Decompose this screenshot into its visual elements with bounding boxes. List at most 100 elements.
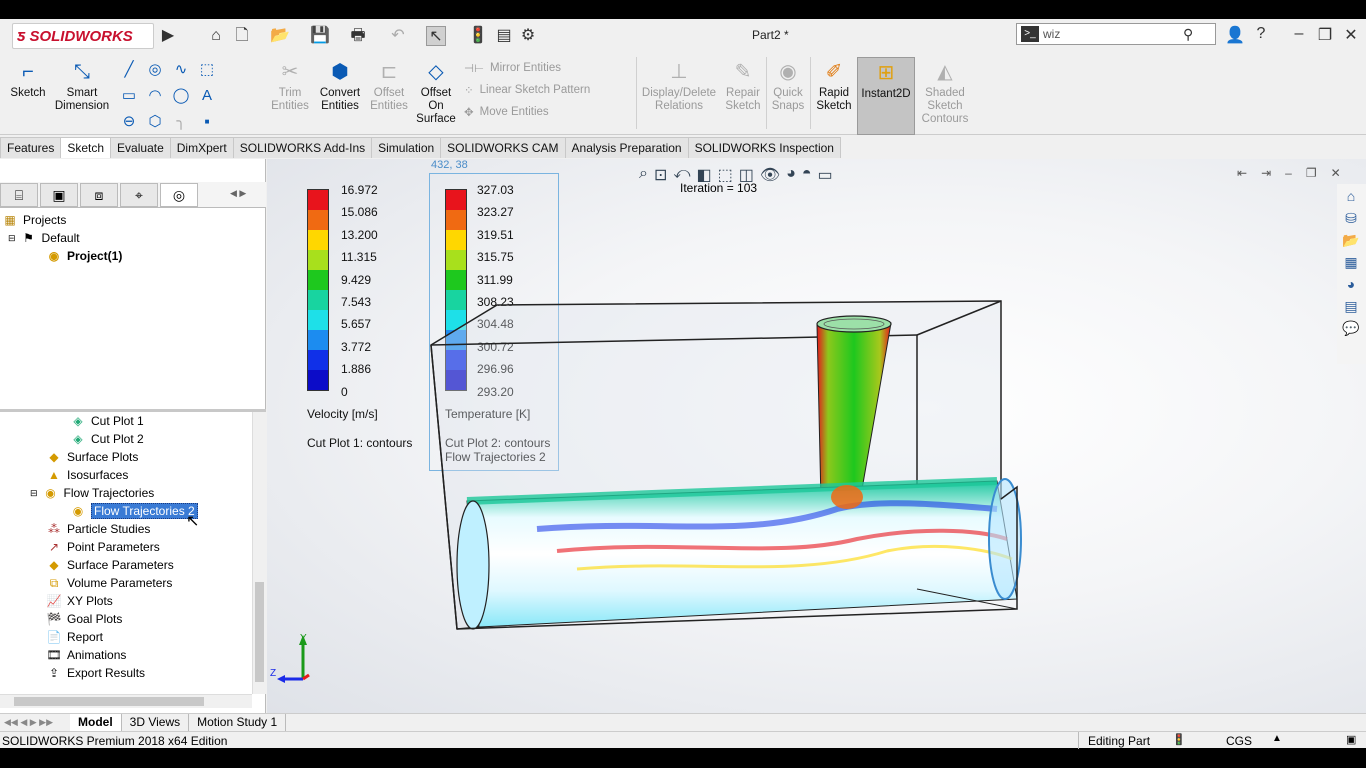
tab-evaluate[interactable]: Evaluate: [110, 137, 171, 158]
trim-entities-button[interactable]: ✂ Trim Entities: [270, 57, 310, 113]
display-delete-relations-button[interactable]: ⊥ Display/Delete Relations: [640, 57, 718, 113]
circle-icon[interactable]: ◎: [146, 61, 164, 79]
fillet-icon[interactable]: ╮: [172, 113, 190, 131]
tab-nav-arrows[interactable]: ◀◀ ◀ ▶ ▶▶: [0, 717, 70, 728]
tree-horizontal-scrollbar[interactable]: [0, 694, 252, 708]
tree-project[interactable]: ◉ Project(1): [46, 247, 123, 265]
save-icon[interactable]: 💾: [310, 26, 330, 46]
tab-cam[interactable]: SOLIDWORKS CAM: [440, 137, 566, 158]
panel-scroll-arrows[interactable]: ◀ ▶: [230, 188, 246, 199]
open-icon[interactable]: 📂: [270, 26, 290, 46]
select-arrow-icon[interactable]: ↖: [426, 26, 446, 46]
search-box[interactable]: >_ ⚲: [1016, 23, 1216, 45]
home-icon[interactable]: ⌂: [206, 26, 226, 46]
tree-item-flow-trajectories-2[interactable]: ◉ Flow Trajectories 2: [70, 502, 198, 520]
repair-sketch-button[interactable]: ✎ Repair Sketch: [722, 57, 764, 113]
solidworks-logo[interactable]: ƽ SOLIDWORKS: [12, 23, 154, 49]
tree-item-animations[interactable]: 🎞 Animations: [46, 646, 126, 664]
sketch-button[interactable]: ⌐ Sketch: [6, 57, 50, 100]
graphics-area[interactable]: ⌕ ⊡ ⤺ ◧ ⬚ ◫ 👁 ◕ ◓ ▭ Iteration = 103 ⇤ ⇥ …: [267, 159, 1366, 713]
spline-icon[interactable]: ∿: [172, 61, 190, 79]
tab-analysis-preparation[interactable]: Analysis Preparation: [564, 137, 689, 158]
hide-show-icon[interactable]: 👁: [760, 165, 780, 185]
tab-inspection[interactable]: SOLIDWORKS Inspection: [687, 137, 841, 158]
tree-item-particle-studies[interactable]: ⁂ Particle Studies: [46, 520, 150, 538]
tree-item-cut-plot-1[interactable]: ◈ Cut Plot 1: [70, 412, 143, 430]
ellipse-icon[interactable]: ◯: [172, 87, 190, 105]
tree-item-export-results[interactable]: ⇪ Export Results: [46, 664, 145, 682]
rebuild-status-icon[interactable]: 🚦: [1172, 733, 1186, 746]
tree-item-flow-trajectories[interactable]: ⊟ ◉ Flow Trajectories: [30, 484, 154, 502]
tree-item-surface-plots[interactable]: ◆ Surface Plots: [46, 448, 138, 466]
tab-simulation[interactable]: Simulation: [371, 137, 442, 158]
configmanager-tab-icon[interactable]: ⧈: [80, 183, 118, 207]
design-library-icon[interactable]: ⛁: [1340, 208, 1362, 228]
tee-pipe-model[interactable]: [417, 289, 1057, 669]
linear-sketch-pattern-button[interactable]: ⁘ Linear Sketch Pattern: [464, 83, 590, 97]
viewport-minimize-icon[interactable]: –: [1285, 166, 1292, 180]
appearance-icon[interactable]: ◕: [786, 165, 796, 185]
tab-motion-study[interactable]: Motion Study 1: [189, 714, 287, 731]
move-entities-button[interactable]: ✥ Move Entities: [464, 105, 590, 119]
tree-default[interactable]: ⊟ ⚑ Default: [8, 229, 80, 247]
shaded-sketch-contours-button[interactable]: ◭ Shaded Sketch Contours: [918, 57, 972, 126]
file-properties-icon[interactable]: ▤: [494, 26, 514, 46]
units-up-icon[interactable]: ▲: [1272, 733, 1282, 744]
tree-item-isosurfaces[interactable]: ▲ Isosurfaces: [46, 466, 128, 484]
tab-addins[interactable]: SOLIDWORKS Add-Ins: [232, 137, 373, 158]
tab-model[interactable]: Model: [70, 714, 122, 731]
undo-icon[interactable]: ↶: [388, 26, 408, 46]
tree-item-goal-plots[interactable]: 🏁 Goal Plots: [46, 610, 123, 628]
viewport-close-icon[interactable]: ✕: [1331, 166, 1341, 180]
custom-properties-icon[interactable]: ▤: [1340, 296, 1362, 316]
construction-icon[interactable]: ⬚: [198, 61, 216, 79]
viewport-restore-icon[interactable]: ❐: [1306, 166, 1317, 180]
tree-item-volume-parameters[interactable]: ⧉ Volume Parameters: [46, 574, 173, 592]
view-palette-icon[interactable]: ▦: [1340, 252, 1362, 272]
units-text[interactable]: CGS: [1226, 734, 1252, 748]
tab-dimxpert[interactable]: DimXpert: [169, 137, 234, 158]
resize-grip-icon[interactable]: ▣: [1346, 733, 1356, 746]
expand-menu-icon[interactable]: ▶: [158, 26, 178, 46]
rectangle-icon[interactable]: ▭: [120, 87, 138, 105]
convert-entities-button[interactable]: ⬢ Convert Entities: [314, 57, 366, 113]
zoom-to-fit-icon[interactable]: ⌕: [639, 165, 648, 185]
smart-dimension-button[interactable]: ⤡ Smart Dimension: [52, 57, 112, 113]
search-input[interactable]: [1043, 27, 1183, 41]
hscroll-thumb[interactable]: [14, 697, 204, 706]
tree-item-surface-parameters[interactable]: ◆ Surface Parameters: [46, 556, 173, 574]
viewport-next-icon[interactable]: ⇥: [1261, 166, 1271, 180]
quick-snaps-button[interactable]: ◉ Quick Snaps: [768, 57, 808, 113]
featuremanager-tab-icon[interactable]: ⌸: [0, 183, 38, 207]
close-icon[interactable]: ✕: [1340, 25, 1362, 45]
flow-simulation-tab-icon[interactable]: ◎: [160, 183, 198, 207]
line-icon[interactable]: ╱: [120, 61, 138, 79]
tab-sketch[interactable]: Sketch: [60, 137, 112, 158]
propertymanager-tab-icon[interactable]: ▣: [40, 183, 78, 207]
options-gear-icon[interactable]: ⚙: [518, 26, 538, 46]
viewport-prev-icon[interactable]: ⇤: [1237, 166, 1247, 180]
appearances-icon[interactable]: ◕: [1340, 274, 1362, 294]
restore-icon[interactable]: ❐: [1314, 25, 1336, 45]
tree-item-cut-plot-2[interactable]: ◈ Cut Plot 2: [70, 430, 143, 448]
help-icon[interactable]: ?: [1250, 25, 1272, 43]
traffic-light-icon[interactable]: 🚦: [468, 26, 488, 46]
forum-icon[interactable]: 💬: [1340, 318, 1362, 338]
file-explorer-icon[interactable]: 📂: [1340, 230, 1362, 250]
scroll-thumb[interactable]: [255, 582, 264, 682]
slot-icon[interactable]: ⊖: [120, 113, 138, 131]
tree-projects[interactable]: ▦ Projects: [2, 211, 66, 229]
zoom-area-icon[interactable]: ⊡: [654, 165, 667, 185]
instant2d-button[interactable]: ⊞ Instant2D: [857, 57, 915, 135]
text-icon[interactable]: A: [198, 87, 216, 105]
tree-vertical-scrollbar[interactable]: [252, 412, 266, 694]
rapid-sketch-button[interactable]: ✐ Rapid Sketch: [812, 57, 856, 113]
offset-entities-button[interactable]: ⊏ Offset Entities: [366, 57, 412, 113]
point-icon[interactable]: ■: [198, 113, 216, 131]
minimize-icon[interactable]: –: [1288, 25, 1310, 43]
arc-icon[interactable]: ◠: [146, 87, 164, 105]
dimxpert-tab-icon[interactable]: ⌖: [120, 183, 158, 207]
new-document-icon[interactable]: 🗋: [232, 26, 252, 46]
offset-on-surface-button[interactable]: ◇ Offset On Surface: [414, 57, 458, 126]
tab-features[interactable]: Features: [0, 137, 62, 158]
